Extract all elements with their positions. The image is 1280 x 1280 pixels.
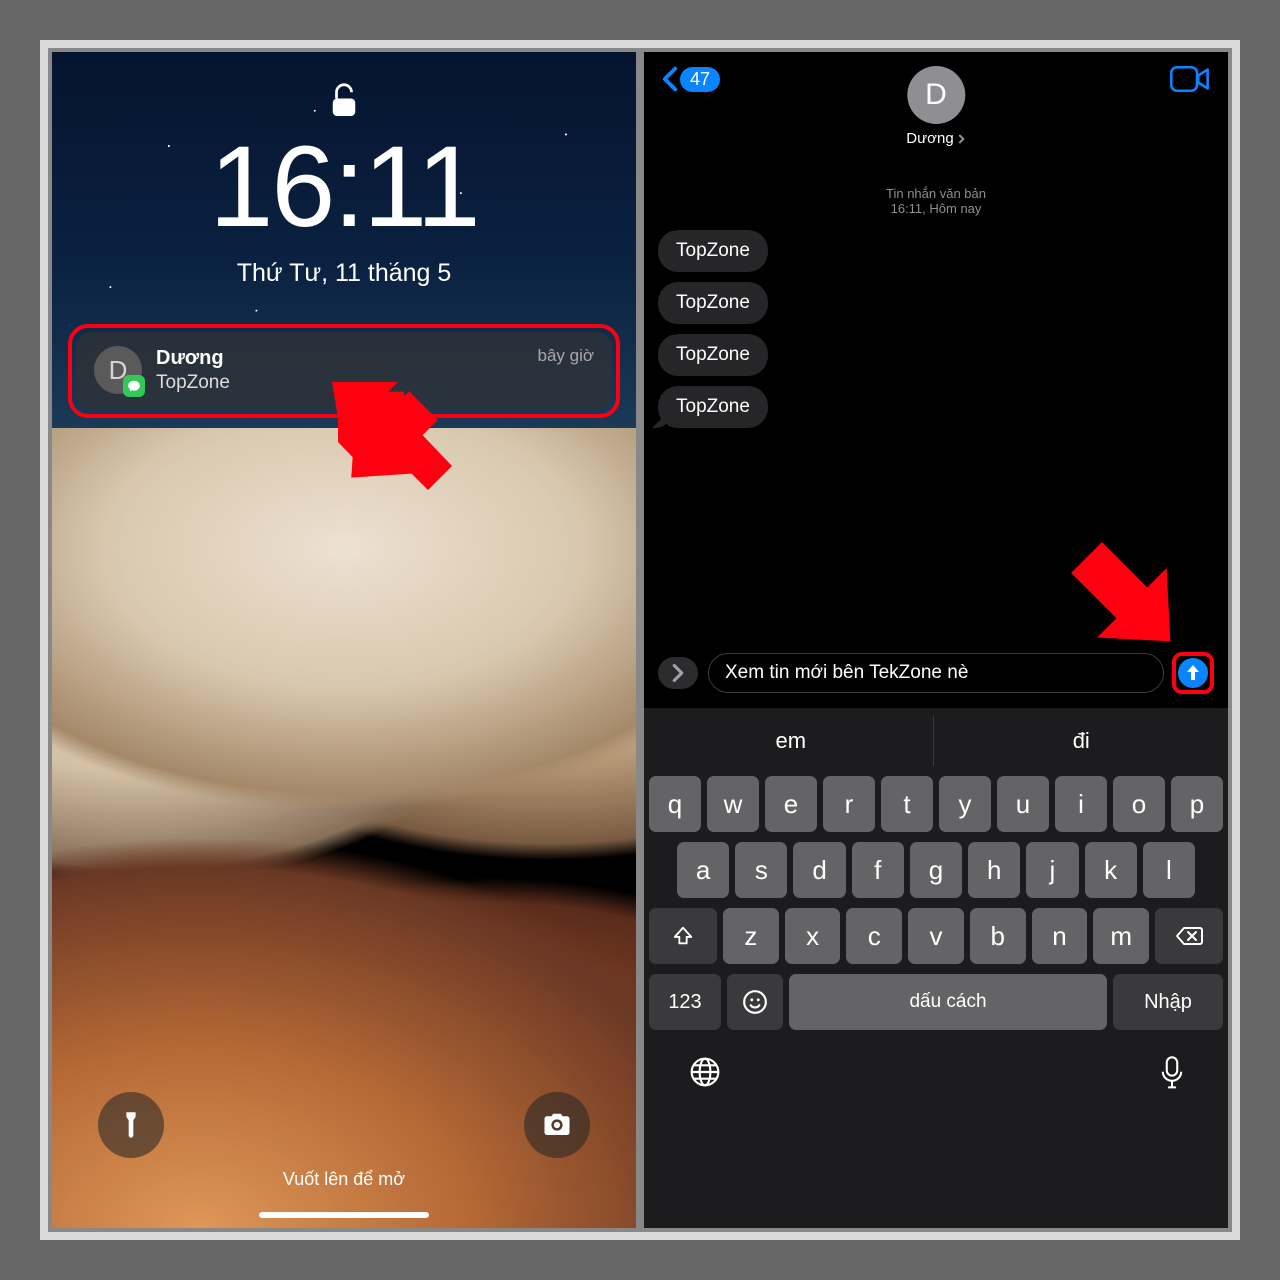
- unlock-icon: [329, 82, 359, 120]
- avatar-letter: D: [925, 78, 947, 112]
- swipe-hint: Vuốt lên để mở: [52, 1169, 636, 1190]
- letter-key[interactable]: b: [970, 908, 1026, 964]
- emoji-icon: [742, 989, 768, 1015]
- camera-icon: [542, 1112, 572, 1138]
- suggestion-bar: em đi: [649, 716, 1223, 766]
- annotation-arrow-icon: [1058, 522, 1198, 672]
- flashlight-button[interactable]: [98, 1092, 164, 1158]
- letter-key[interactable]: f: [852, 842, 904, 898]
- letter-key[interactable]: e: [765, 776, 817, 832]
- backspace-key[interactable]: [1155, 908, 1223, 964]
- annotation-arrow-icon: [332, 382, 452, 502]
- facetime-button[interactable]: [1170, 66, 1210, 92]
- notification-avatar: D: [94, 346, 142, 394]
- backspace-icon: [1175, 926, 1203, 946]
- letter-key[interactable]: o: [1113, 776, 1165, 832]
- notification-time: bây giờ: [537, 346, 594, 366]
- letter-key[interactable]: i: [1055, 776, 1107, 832]
- letter-key[interactable]: s: [735, 842, 787, 898]
- letter-key[interactable]: d: [793, 842, 845, 898]
- back-unread-count: 47: [680, 67, 720, 92]
- message-bubble[interactable]: TopZone: [658, 282, 768, 324]
- numbers-key[interactable]: 123: [649, 974, 721, 1030]
- letter-key[interactable]: w: [707, 776, 759, 832]
- message-list: TopZone TopZone TopZone TopZone: [644, 216, 1228, 442]
- letter-key[interactable]: r: [823, 776, 875, 832]
- letter-key[interactable]: q: [649, 776, 701, 832]
- return-key[interactable]: Nhập: [1113, 974, 1223, 1030]
- letter-key[interactable]: u: [997, 776, 1049, 832]
- letter-key[interactable]: a: [677, 842, 729, 898]
- letter-key[interactable]: p: [1171, 776, 1223, 832]
- suggestion[interactable]: em: [649, 716, 934, 766]
- camera-button[interactable]: [524, 1092, 590, 1158]
- letter-key[interactable]: z: [723, 908, 779, 964]
- letter-key[interactable]: j: [1026, 842, 1078, 898]
- contact-name-button[interactable]: Dương: [906, 130, 965, 147]
- lock-screen-phone: 16:11 Thứ Tư, 11 tháng 5 D Dương TopZone…: [52, 52, 636, 1228]
- messages-phone: 47 D Dương Tin nhắn văn bản 16:11, Hôm n…: [644, 52, 1228, 1228]
- letter-key[interactable]: h: [968, 842, 1020, 898]
- keyboard: em đi qwertyuiop asdfghjkl zxcvbnm 123 d…: [644, 708, 1228, 1228]
- apps-drawer-button[interactable]: [658, 657, 698, 689]
- lock-date: Thứ Tư, 11 tháng 5: [237, 259, 452, 288]
- message-bubble[interactable]: TopZone: [658, 230, 768, 272]
- lock-clock: 16:11: [209, 130, 478, 245]
- thread-type-label: Tin nhắn văn bản: [644, 186, 1228, 201]
- back-button[interactable]: 47: [662, 66, 720, 92]
- letter-key[interactable]: g: [910, 842, 962, 898]
- letter-key[interactable]: k: [1085, 842, 1137, 898]
- letter-key[interactable]: x: [785, 908, 841, 964]
- messages-header: 47 D Dương: [644, 52, 1228, 100]
- letter-key[interactable]: y: [939, 776, 991, 832]
- letter-key[interactable]: n: [1032, 908, 1088, 964]
- letter-key[interactable]: m: [1093, 908, 1149, 964]
- globe-key[interactable]: [689, 1056, 721, 1088]
- message-bubble[interactable]: TopZone: [658, 386, 768, 428]
- chevron-left-icon: [662, 66, 678, 92]
- chevron-right-icon: [958, 133, 966, 145]
- letter-key[interactable]: l: [1143, 842, 1195, 898]
- emoji-key[interactable]: [727, 974, 783, 1030]
- message-bubble[interactable]: TopZone: [658, 334, 768, 376]
- shift-icon: [672, 925, 694, 947]
- letter-key[interactable]: v: [908, 908, 964, 964]
- thread-timestamp: 16:11, Hôm nay: [644, 201, 1228, 216]
- shift-key[interactable]: [649, 908, 717, 964]
- suggestion[interactable]: đi: [940, 716, 1224, 766]
- letter-key[interactable]: t: [881, 776, 933, 832]
- dictation-key[interactable]: [1161, 1056, 1183, 1090]
- messages-app-badge-icon: [123, 375, 145, 397]
- contact-avatar[interactable]: D: [907, 66, 965, 124]
- letter-key[interactable]: c: [846, 908, 902, 964]
- flashlight-icon: [117, 1110, 145, 1140]
- home-indicator[interactable]: [259, 1212, 429, 1218]
- notification-sender: Dương: [156, 347, 523, 370]
- space-key[interactable]: dấu cách: [789, 974, 1107, 1030]
- chevron-right-icon: [671, 663, 685, 683]
